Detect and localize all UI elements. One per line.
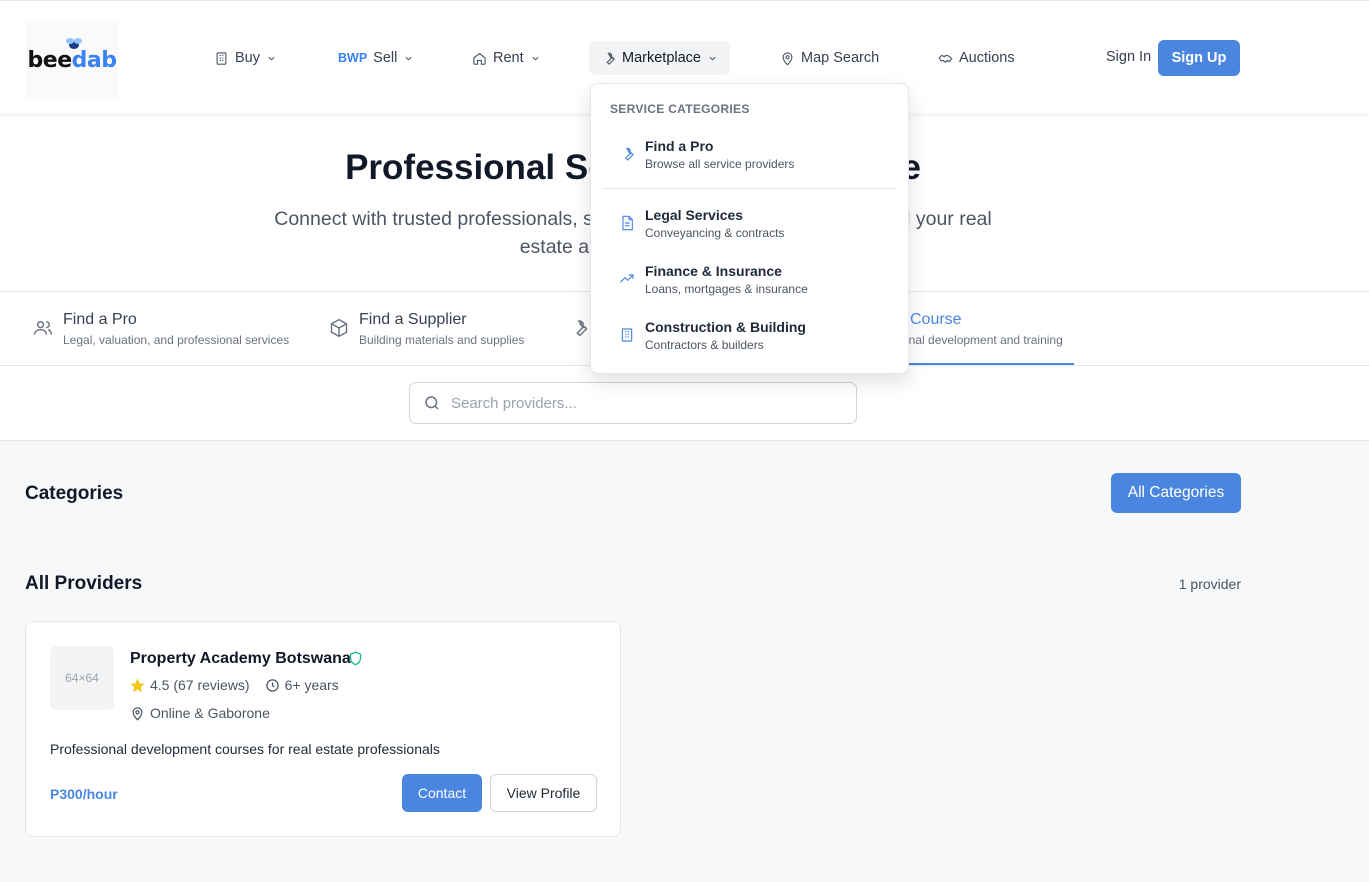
nav-marketplace[interactable]: Marketplace [589, 41, 730, 75]
tab-course[interactable]: Course onal development and training [902, 292, 1063, 366]
provider-rating: 4.5 (67 reviews) 6+ years [130, 677, 339, 693]
view-profile-button[interactable]: View Profile [490, 774, 597, 812]
provider-location: Online & Gaborone [130, 705, 270, 721]
search-icon [425, 396, 439, 410]
map-pin-icon [132, 706, 143, 721]
map-pin-icon [782, 51, 793, 66]
tab-description: Building materials and supplies [359, 333, 525, 347]
sign-up-button[interactable]: Sign Up [1158, 40, 1240, 76]
search-input[interactable] [451, 394, 831, 412]
sign-in-link[interactable]: Sign In [1106, 49, 1151, 65]
building-icon [621, 328, 633, 342]
document-icon [622, 215, 633, 231]
currency-badge: BWP [338, 51, 368, 65]
provider-description: Professional development courses for rea… [50, 741, 440, 757]
nav-map-search-label: Map Search [801, 50, 880, 66]
wrench-icon [624, 147, 634, 161]
provider-card: 64×64 Property Academy Botswana 4.5 (67 … [25, 621, 621, 837]
dropdown-item-desc: Contractors & builders [645, 338, 764, 352]
nav-sell-label: Sell [373, 50, 398, 66]
users-icon [33, 321, 53, 335]
verified-shield-icon [349, 651, 362, 666]
dropdown-item-desc: Conveyancing & contracts [645, 226, 785, 240]
nav-buy[interactable]: Buy [202, 41, 289, 75]
beedab-logo[interactable]: beedab [26, 21, 118, 99]
dropdown-item-desc: Browse all service providers [645, 157, 795, 171]
provider-name[interactable]: Property Academy Botswana [130, 650, 351, 668]
chevron-down-icon [532, 56, 539, 61]
wrench-icon [576, 320, 588, 337]
dropdown-heading: SERVICE CATEGORIES [610, 102, 750, 116]
all-categories-button[interactable]: All Categories [1111, 473, 1241, 513]
nav-marketplace-label: Marketplace [622, 50, 701, 66]
bee-icon [64, 37, 84, 54]
dropdown-item-finance-insurance[interactable]: Finance & Insurance Loans, mortgages & i… [603, 259, 897, 307]
tab-title: Find a Pro [63, 311, 137, 328]
handshake-icon [938, 54, 953, 63]
provider-price: P300/hour [50, 786, 118, 802]
package-icon [330, 318, 348, 338]
tab-title: Course [910, 311, 962, 328]
location-text: Online & Gaborone [150, 705, 270, 721]
nav-auctions-label: Auctions [959, 50, 1015, 66]
active-tab-indicator [894, 363, 1074, 365]
categories-heading: Categories [25, 483, 124, 504]
clock-icon [265, 678, 279, 692]
dropdown-item-desc: Loans, mortgages & insurance [645, 282, 808, 296]
dropdown-item-find-a-pro[interactable]: Find a Pro Browse all service providers [603, 134, 897, 182]
chevron-down-icon [268, 56, 275, 61]
dropdown-item-title: Construction & Building [645, 319, 806, 335]
tab-description: Legal, valuation, and professional servi… [63, 333, 290, 347]
chevron-down-icon [405, 56, 412, 61]
nav-map-search[interactable]: Map Search [768, 41, 891, 75]
dropdown-item-title: Find a Pro [645, 138, 714, 154]
nav-buy-label: Buy [235, 50, 260, 66]
nav-sell[interactable]: BWP Sell [326, 41, 426, 75]
nav-rent-label: Rent [493, 50, 524, 66]
tab-find-a-pro[interactable]: Find a Pro Legal, valuation, and profess… [33, 292, 289, 366]
tab-find-a-supplier[interactable]: Find a Supplier Building materials and s… [329, 292, 524, 366]
wrench-icon [606, 52, 615, 65]
experience-text: 6+ years [284, 677, 339, 693]
dropdown-item-title: Finance & Insurance [645, 263, 782, 279]
provider-thumbnail: 64×64 [50, 646, 114, 710]
search-section [0, 366, 1369, 441]
marketplace-dropdown: SERVICE CATEGORIES Find a Pro Browse all… [590, 83, 909, 374]
search-box [409, 382, 857, 424]
nav-auctions[interactable]: Auctions [926, 41, 1027, 75]
star-icon [130, 677, 145, 692]
tab-description: onal development and training [902, 333, 1063, 347]
dropdown-divider [603, 188, 897, 189]
provider-count: 1 provider [1178, 576, 1241, 592]
rating-text: 4.5 (67 reviews) [150, 677, 250, 693]
trending-up-icon [619, 274, 634, 283]
providers-heading: All Providers [25, 573, 143, 594]
dropdown-item-construction-building[interactable]: Construction & Building Contractors & bu… [603, 315, 897, 363]
chevron-down-icon [709, 56, 716, 61]
building-icon [216, 51, 227, 65]
tab-title: Find a Supplier [359, 311, 467, 328]
home-icon [473, 52, 486, 65]
dropdown-item-legal-services[interactable]: Legal Services Conveyancing & contracts [603, 203, 897, 251]
tab-services[interactable] [569, 292, 589, 366]
nav-rent[interactable]: Rent [460, 41, 553, 75]
dropdown-item-title: Legal Services [645, 207, 744, 223]
contact-button[interactable]: Contact [402, 774, 482, 812]
